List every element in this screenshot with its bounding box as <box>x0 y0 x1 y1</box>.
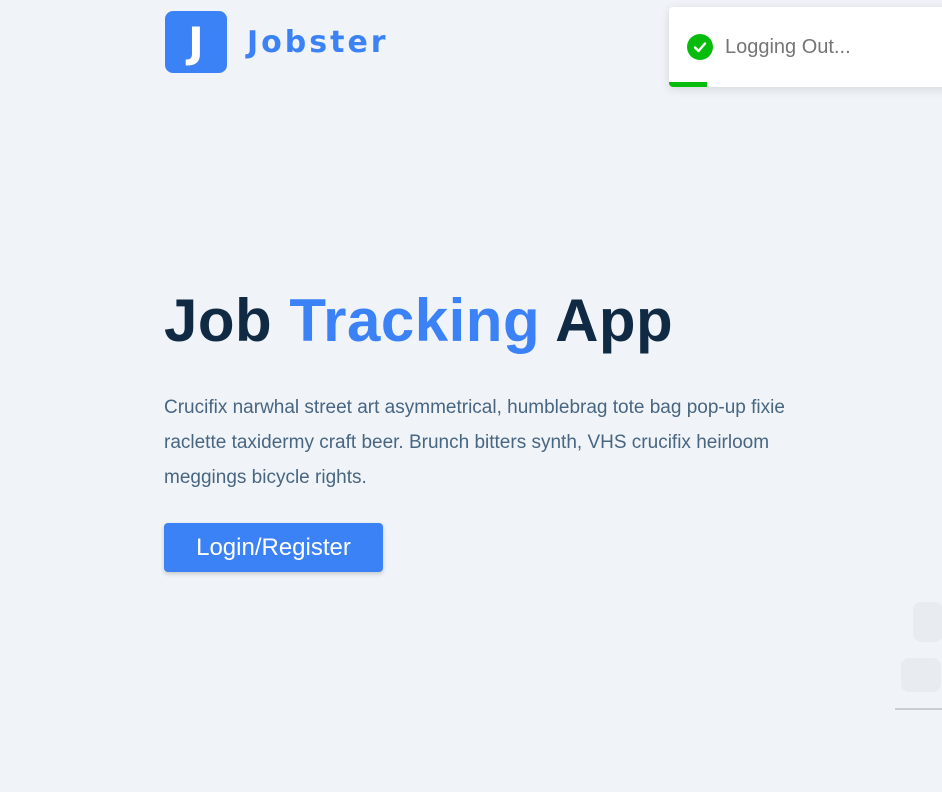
page-title: Job Tracking App <box>164 285 804 357</box>
toast-notification[interactable]: Logging Out... <box>669 7 942 87</box>
title-part-1: Job <box>164 287 273 354</box>
title-part-2: App <box>555 287 674 354</box>
title-accent: Tracking <box>289 287 541 354</box>
navbar: J Jobster <box>165 11 389 73</box>
logo-text: Jobster <box>247 24 389 60</box>
toast-body: Logging Out... <box>669 7 942 87</box>
hero-description: Crucifix narwhal street art asymmetrical… <box>164 397 785 488</box>
hero-section: Job Tracking App Crucifix narwhal street… <box>164 285 804 572</box>
edge-widget <box>895 596 942 710</box>
check-circle-icon <box>687 34 713 60</box>
edge-shape-top <box>913 602 942 642</box>
logo-icon: J <box>165 11 227 73</box>
login-register-button[interactable]: Login/Register <box>164 523 383 572</box>
logo-letter: J <box>188 17 204 67</box>
toast-message: Logging Out... <box>725 35 851 58</box>
toast-progress-bar <box>669 82 707 87</box>
edge-shape-bottom <box>901 658 941 692</box>
